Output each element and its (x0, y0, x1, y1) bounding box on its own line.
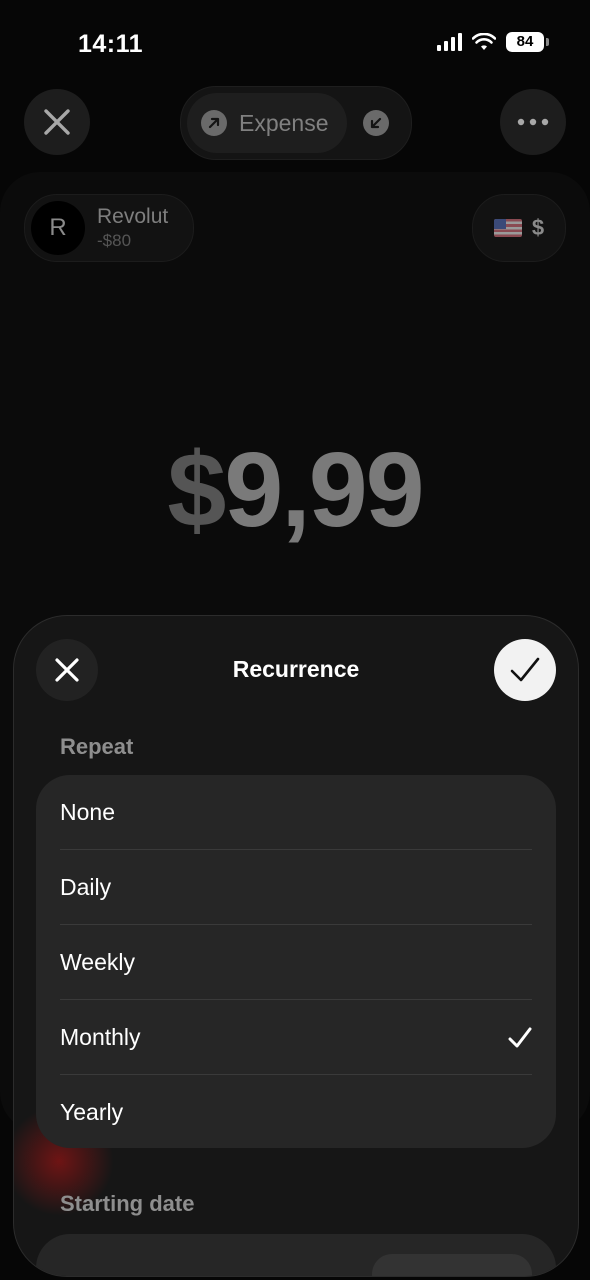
account-name: Revolut (97, 205, 169, 228)
currency-selector[interactable]: $ (472, 194, 566, 262)
option-label: Monthly (60, 1024, 141, 1050)
battery-indicator: 84 (506, 32, 549, 52)
date-picker-button[interactable] (372, 1254, 532, 1276)
option-monthly[interactable]: Monthly (60, 1000, 532, 1075)
amount-currency: $ (167, 431, 226, 549)
wifi-icon (472, 33, 496, 50)
cellular-signal-icon (437, 33, 462, 51)
expense-label: Expense (239, 109, 329, 136)
arrow-up-right-icon (201, 110, 227, 136)
account-selector[interactable]: R Revolut -$80 (24, 194, 194, 262)
transaction-type-toggle: Expense (180, 86, 412, 160)
option-label: Daily (60, 874, 112, 900)
option-label: Yearly (60, 1099, 124, 1125)
option-none[interactable]: None (60, 775, 532, 850)
option-weekly[interactable]: Weekly (60, 925, 532, 1000)
option-label: Weekly (60, 949, 135, 975)
account-avatar: R (31, 201, 85, 255)
status-time: 14:11 (78, 30, 144, 58)
option-label: None (60, 799, 115, 825)
starting-date-row[interactable] (36, 1234, 556, 1276)
recurrence-sheet: Recurrence Repeat None Daily Weekly Mont… (13, 615, 579, 1277)
option-yearly[interactable]: Yearly (60, 1075, 532, 1150)
expense-tab[interactable]: Expense (187, 93, 347, 153)
repeat-options: None Daily Weekly Monthly Yearly (36, 775, 556, 1148)
option-daily[interactable]: Daily (60, 850, 532, 925)
more-button[interactable] (500, 89, 566, 155)
us-flag-icon (493, 219, 522, 237)
repeat-label: Repeat (60, 734, 134, 759)
arrow-down-left-icon (370, 117, 382, 129)
confirm-button[interactable] (494, 639, 556, 701)
status-icons: 84 (437, 32, 549, 52)
checkmark-icon (510, 657, 540, 682)
income-tab[interactable] (363, 110, 389, 136)
account-balance: -$80 (97, 231, 132, 250)
close-button[interactable] (24, 89, 90, 155)
currency-symbol: $ (531, 215, 545, 240)
starting-date-label: Starting date (60, 1191, 195, 1216)
close-icon (44, 109, 70, 135)
amount-display[interactable]: $9,99 (0, 430, 590, 551)
selected-checkmark-icon (508, 1027, 532, 1047)
amount-value: 9,99 (224, 431, 424, 549)
more-icon (517, 118, 549, 126)
